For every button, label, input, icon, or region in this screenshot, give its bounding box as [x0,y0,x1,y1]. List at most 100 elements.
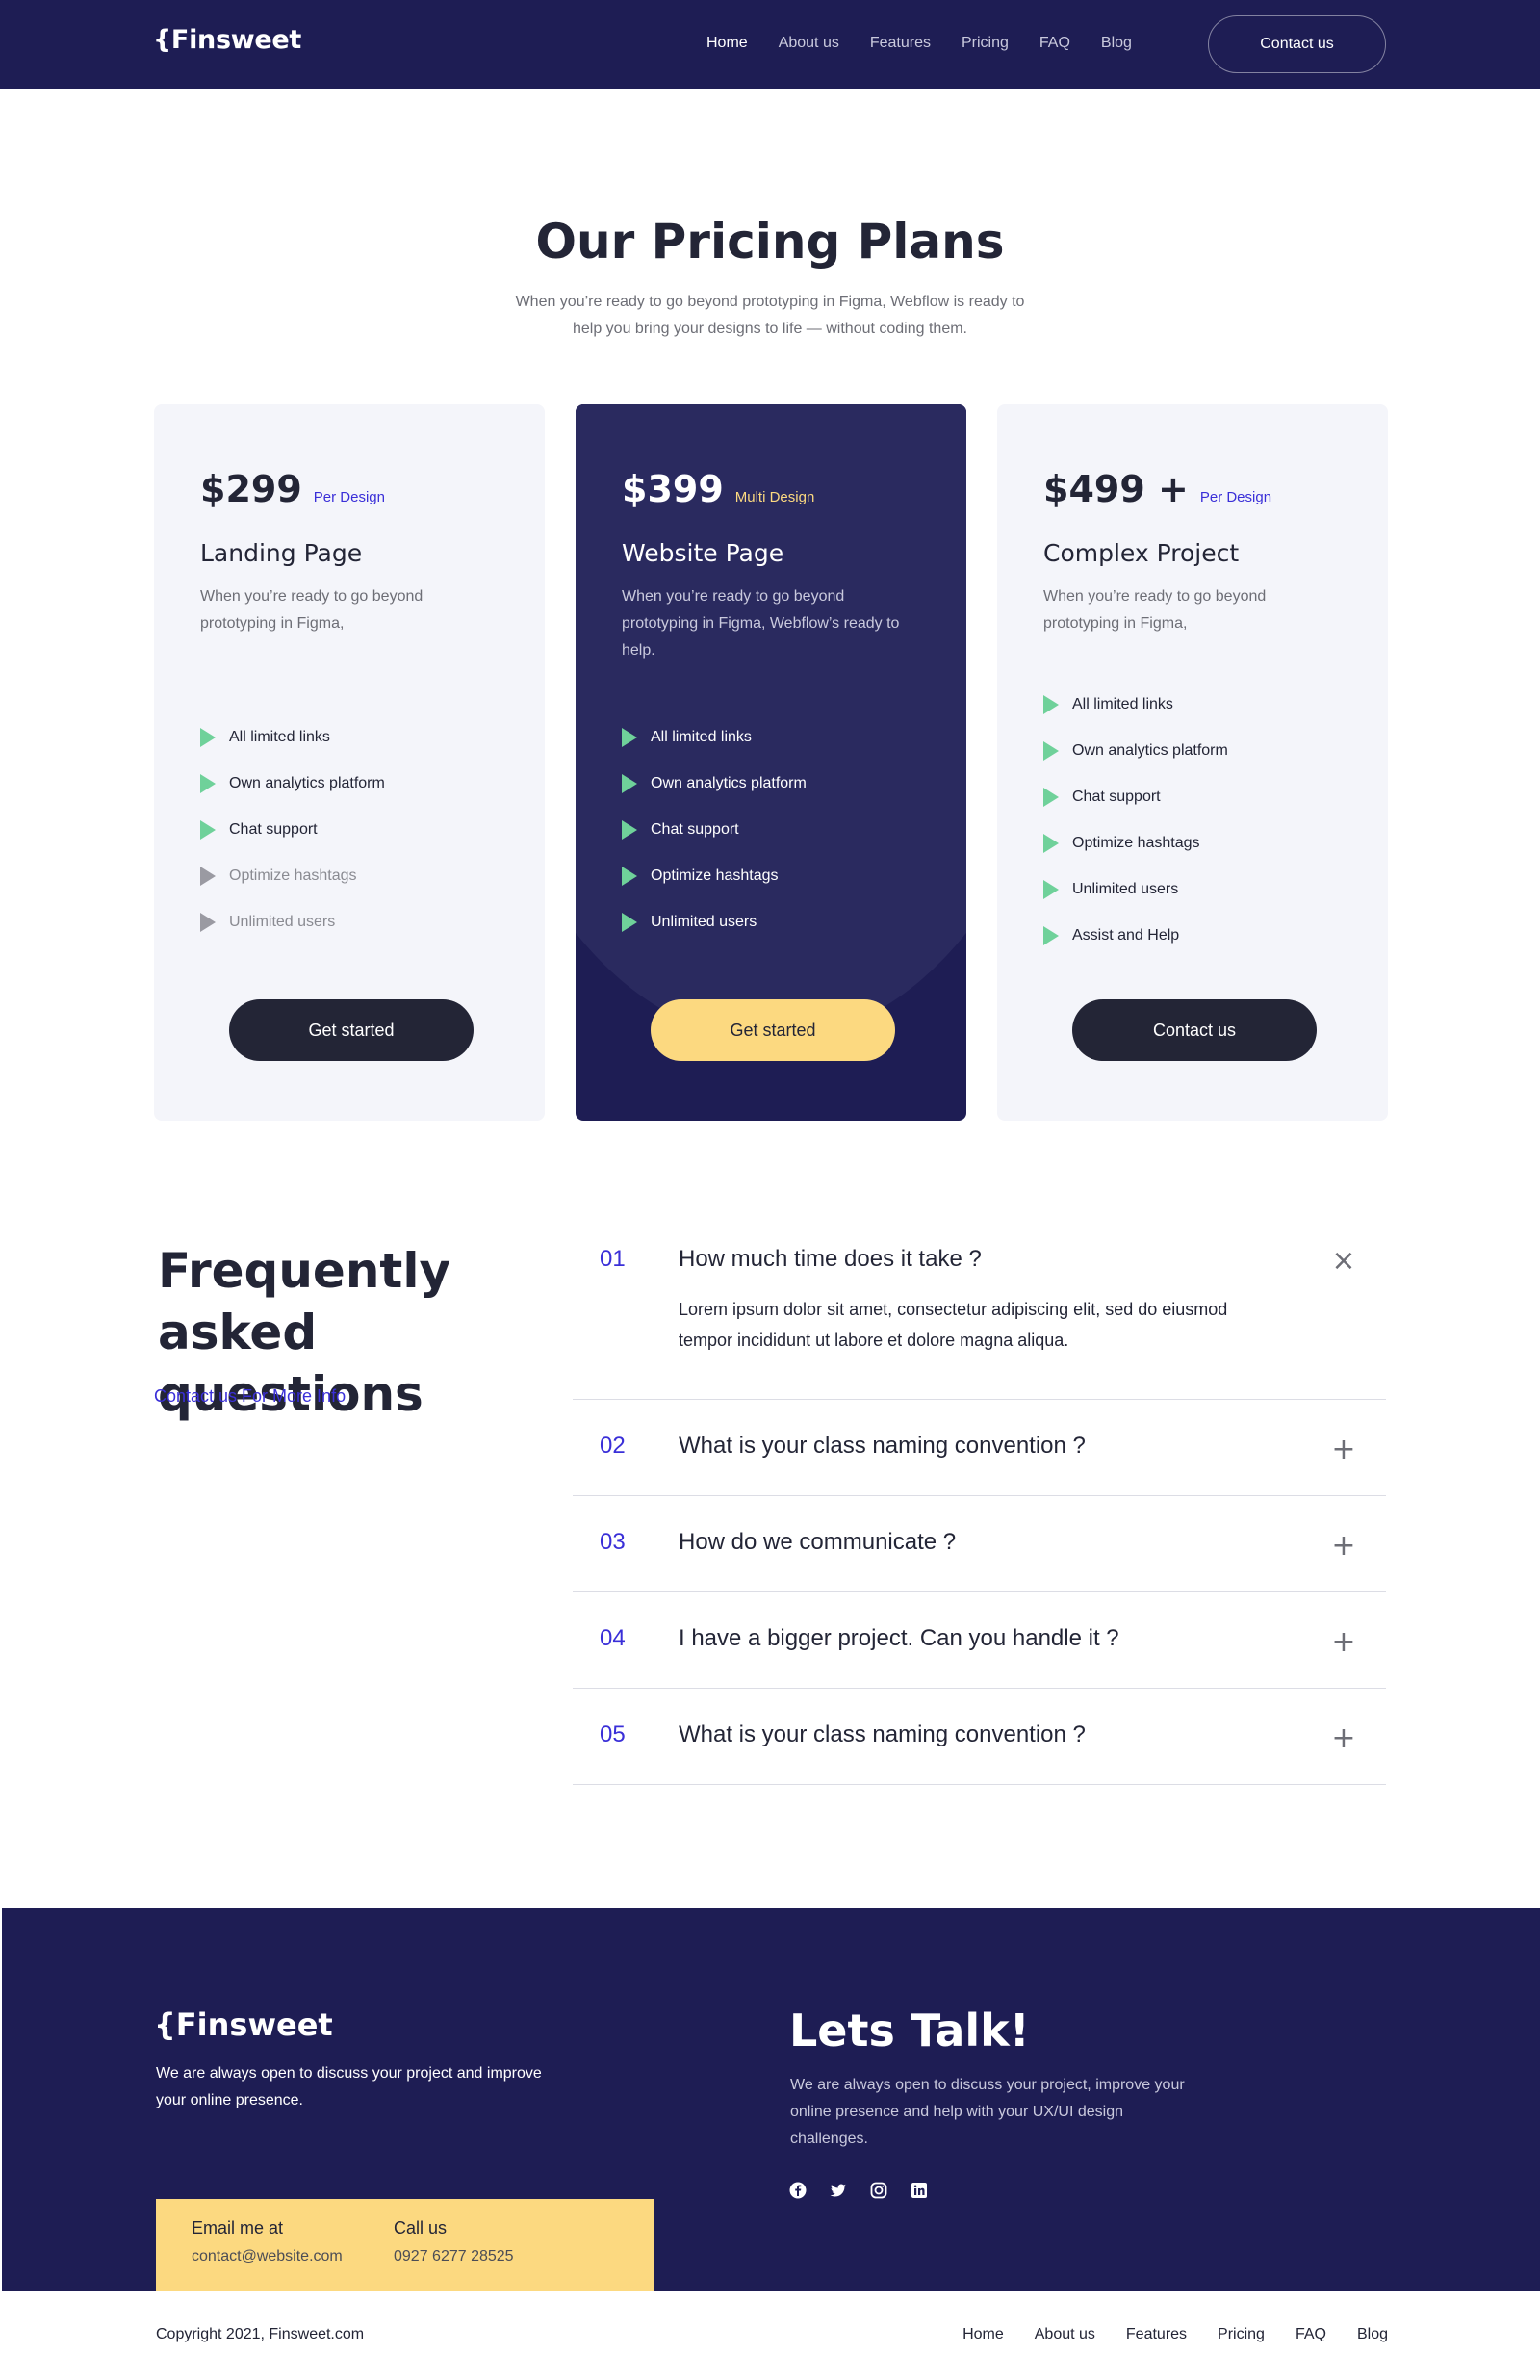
feature-item: Own analytics platform [1043,728,1228,774]
feature-item: Unlimited users [1043,867,1228,913]
play-icon [200,913,216,932]
pricing-subtitle: When you’re ready to go beyond prototypi… [515,294,1025,337]
feature-item: All limited links [200,714,385,761]
plus-icon[interactable]: + [1330,1532,1357,1561]
feature-label: Unlimited users [1072,881,1179,897]
footer-description: We are always open to discuss your proje… [156,2065,542,2108]
contact-us-button[interactable]: Contact us [1072,999,1317,1061]
feature-label: Chat support [1072,789,1161,805]
feature-item: All limited links [1043,682,1228,728]
faq-number: 01 [600,1246,626,1272]
faq-number: 05 [600,1721,626,1747]
pricing-card-complex: $499 + Per Design Complex Project When y… [997,404,1388,1121]
play-icon [622,728,637,747]
footer-nav-blog[interactable]: Blog [1357,2326,1388,2343]
instagram-icon[interactable] [870,2182,887,2199]
feature-label: Unlimited users [651,914,757,930]
play-icon [1043,695,1059,714]
footer-nav-about[interactable]: About us [1035,2326,1095,2343]
faq-question[interactable]: How do we communicate ? [679,1529,956,1556]
feature-list: All limited links Own analytics platform… [200,714,385,945]
plus-icon[interactable]: + [1330,1724,1357,1753]
main-nav: Home About us Features Pricing FAQ Blog [706,35,1163,52]
faq-list: 01 How much time does it take ? × Lorem … [573,1225,1386,1785]
play-icon [622,867,637,886]
plus-icon[interactable]: + [1330,1436,1357,1464]
feature-item: Optimize hashtags [200,853,385,899]
feature-item: All limited links [622,714,807,761]
feature-item: Optimize hashtags [622,853,807,899]
footer-bottom-bar: Copyright 2021, Finsweet.com Home About … [0,2291,1540,2380]
email-label: Email me at [192,2218,284,2238]
phone-link[interactable]: 0927 6277 28525 [394,2248,514,2265]
linkedin-icon[interactable] [911,2182,928,2199]
play-icon [1043,834,1059,853]
get-started-button[interactable]: Get started [229,999,474,1061]
nav-pricing[interactable]: Pricing [962,35,1009,52]
faq-item[interactable]: 04 I have a bigger project. Can you hand… [573,1592,1386,1689]
email-link[interactable]: contact@website.com [192,2248,343,2265]
feature-list: All limited links Own analytics platform… [1043,682,1228,959]
plan-name: Complex Project [1043,539,1240,567]
feature-item: Chat support [1043,774,1228,820]
nav-faq[interactable]: FAQ [1040,35,1070,52]
plus-icon[interactable]: + [1330,1628,1357,1657]
play-icon [1043,788,1059,807]
play-icon [1043,741,1059,761]
copyright: Copyright 2021, Finsweet.com [156,2326,365,2342]
faq-item[interactable]: 02 What is your class naming convention … [573,1400,1386,1496]
feature-label: Own analytics platform [229,775,385,791]
footer-logo[interactable]: {Finsweet [154,2006,333,2043]
twitter-icon[interactable] [830,2182,847,2199]
nav-about[interactable]: About us [779,35,839,52]
header-contact-button[interactable]: Contact us [1208,15,1386,73]
play-icon [200,867,216,886]
faq-item[interactable]: 01 How much time does it take ? × Lorem … [573,1225,1386,1400]
feature-label: Chat support [229,821,318,838]
get-started-button[interactable]: Get started [651,999,895,1061]
faq-item[interactable]: 03 How do we communicate ? + [573,1496,1386,1592]
plan-tag: Multi Design [734,489,815,505]
feature-label: Chat support [651,821,739,838]
close-icon[interactable]: × [1330,1247,1357,1276]
play-icon [622,774,637,793]
plan-price: $299 [200,468,302,510]
nav-blog[interactable]: Blog [1101,35,1132,52]
faq-question[interactable]: What is your class naming convention ? [679,1721,1086,1748]
nav-home[interactable]: Home [706,35,748,52]
footer-nav: Home About us Features Pricing FAQ Blog [932,2326,1388,2343]
nav-features[interactable]: Features [870,35,931,52]
feature-item: Own analytics platform [622,761,807,807]
footer-nav-features[interactable]: Features [1126,2326,1187,2343]
plan-description: When you’re ready to go beyond prototypi… [622,588,900,659]
phone-block: Call us 0927 6277 28525 [394,2218,514,2265]
logo[interactable]: {Finsweet [153,25,301,55]
faq-number: 03 [600,1529,626,1555]
footer-nav-pricing[interactable]: Pricing [1218,2326,1265,2343]
feature-item: Unlimited users [200,899,385,945]
footer-nav-faq[interactable]: FAQ [1296,2326,1326,2343]
faq-item[interactable]: 05 What is your class naming convention … [573,1689,1386,1785]
play-icon [1043,926,1059,945]
lets-talk-description: We are always open to discuss your proje… [790,2077,1185,2147]
play-icon [622,820,637,840]
plan-tag: Per Design [1199,489,1272,505]
faq-question[interactable]: I have a bigger project. Can you handle … [679,1625,1119,1652]
faq-answer: Lorem ipsum dolor sit amet, consectetur … [679,1300,1228,1350]
feature-label: All limited links [229,729,330,745]
feature-item: Unlimited users [622,899,807,945]
faq-question[interactable]: What is your class naming convention ? [679,1433,1086,1460]
footer-nav-home[interactable]: Home [962,2326,1004,2343]
feature-item: Optimize hashtags [1043,820,1228,867]
feature-label: All limited links [1072,696,1173,712]
feature-item: Chat support [622,807,807,853]
feature-label: Optimize hashtags [651,867,779,884]
phone-label: Call us [394,2218,448,2238]
faq-question[interactable]: How much time does it take ? [679,1246,982,1273]
feature-list: All limited links Own analytics platform… [622,714,807,945]
feature-label: Unlimited users [229,914,336,930]
plan-price: $499 + [1043,468,1189,510]
facebook-icon[interactable] [789,2182,807,2199]
social-links [789,2182,928,2199]
faq-contact-link[interactable]: Contact us For More Info [154,1386,346,1407]
